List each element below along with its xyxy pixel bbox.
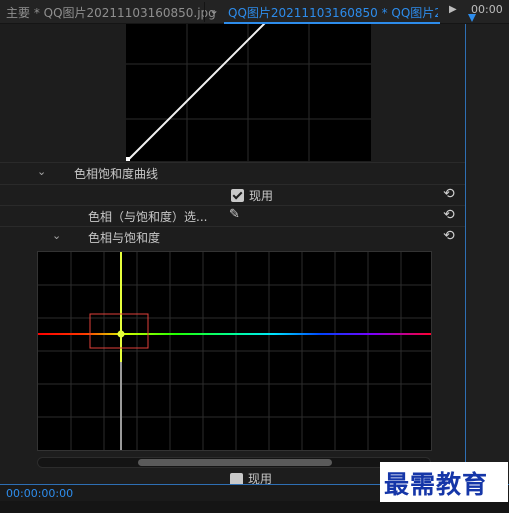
hue-curve-line[interactable]	[38, 333, 431, 335]
reset-icon[interactable]: ⟲	[443, 186, 455, 202]
section-hue-sat-curves[interactable]: ⌄ 色相饱和度曲线	[0, 162, 465, 183]
chevron-down-icon[interactable]: ⌄	[52, 229, 61, 242]
hue-vs-sat-svg	[38, 252, 431, 450]
current-timecode[interactable]: 00:00:00:00	[6, 487, 73, 500]
chevron-down-icon[interactable]: ⌄	[209, 3, 219, 17]
bottom-strip	[0, 501, 509, 513]
watermark-text: 最需教育	[384, 470, 489, 499]
enable-row: 现用 ⟲	[0, 184, 465, 205]
tab-effect-controls[interactable]: QQ图片20211103160850 * QQ图片20211103160850.…	[228, 4, 438, 21]
horizontal-scrollbar[interactable]	[37, 457, 431, 468]
hue-picker-label: 色相（与饱和度）选...	[88, 210, 208, 224]
curve-grid	[126, 24, 371, 161]
enable-checkbox-2[interactable]	[230, 473, 243, 484]
hue-selection-box[interactable]	[89, 313, 149, 349]
enable-checkbox[interactable]	[231, 189, 244, 202]
tab-divider	[204, 2, 205, 22]
playhead-marker[interactable]	[468, 14, 476, 22]
chevron-down-icon[interactable]: ⌄	[37, 165, 46, 178]
section-title: 色相与饱和度	[88, 231, 161, 245]
reset-icon[interactable]: ⟲	[443, 207, 455, 223]
effect-controls-panel: ⌄ 色相饱和度曲线 现用 ⟲ 色相（与饱和度）选... ✎ ⟲ ⌄ 色相与饱和度…	[0, 24, 465, 484]
hue-vs-sat-graph[interactable]	[37, 251, 432, 451]
timeline-column[interactable]	[465, 24, 509, 484]
play-icon[interactable]: ▶	[449, 4, 457, 15]
reset-icon[interactable]: ⟲	[443, 228, 455, 244]
hue-picker-row: 色相（与饱和度）选... ✎ ⟲	[0, 205, 465, 226]
hue-grid	[38, 252, 431, 450]
curve-control-point[interactable]	[126, 157, 130, 161]
tab-main[interactable]: 主要 * QQ图片20211103160850.jpg	[6, 4, 216, 21]
section-hue-vs-sat[interactable]: ⌄ 色相与饱和度 ⟲	[0, 226, 465, 247]
curve-line[interactable]	[127, 24, 266, 161]
curve-graph-top[interactable]	[126, 24, 371, 161]
watermark-logo: 最需教育	[380, 462, 508, 502]
enable-label: 现用	[249, 189, 274, 203]
scrollbar-thumb[interactable]	[138, 459, 332, 466]
hue-control-point[interactable]	[117, 330, 125, 338]
enable-label-2: 现用	[248, 472, 273, 484]
eyedropper-icon[interactable]: ✎	[229, 207, 240, 222]
section-title: 色相饱和度曲线	[74, 167, 159, 181]
panel-tab-bar: 主要 * QQ图片20211103160850.jpg ⌄ QQ图片202111…	[0, 0, 509, 24]
curve-graph-top-svg	[126, 24, 371, 161]
